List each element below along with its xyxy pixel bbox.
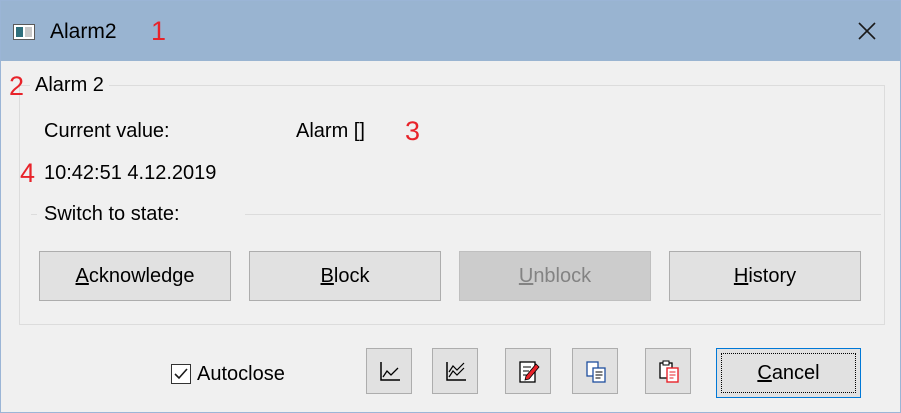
history-label: istory xyxy=(748,265,797,287)
window-title: Alarm2 xyxy=(50,20,117,43)
title-bar: Alarm2 1 xyxy=(1,1,900,61)
switch-to-state-label: Switch to state: xyxy=(44,203,180,225)
acknowledge-mnemonic: A xyxy=(75,265,89,287)
copy-button[interactable] xyxy=(572,348,618,394)
switch-divider-left xyxy=(31,214,37,215)
annotation-4: 4 xyxy=(20,158,36,188)
timestamp: 10:42:51 4.12.2019 xyxy=(44,162,217,184)
close-icon xyxy=(858,22,876,40)
autoclose-checkbox[interactable]: Autoclose xyxy=(171,362,285,386)
edit-icon xyxy=(519,361,540,383)
autoclose-label: Autoclose xyxy=(197,363,285,385)
alarm-dialog: Alarm2 1 2 Alarm 2 Current value: Alarm … xyxy=(0,0,901,413)
history-mnemonic: H xyxy=(733,265,749,287)
close-button[interactable] xyxy=(845,11,889,51)
app-icon xyxy=(13,24,35,40)
acknowledge-label: cknowledge xyxy=(88,265,195,287)
copy-icon xyxy=(586,361,606,383)
edit-button[interactable] xyxy=(505,348,551,394)
annotation-2: 2 xyxy=(9,71,25,101)
autoclose-checkbox-box[interactable] xyxy=(171,364,191,384)
annotation-1: 1 xyxy=(151,16,167,46)
block-label: lock xyxy=(333,265,370,287)
acknowledge-button[interactable]: Acknowledge xyxy=(39,251,231,301)
trend-icon xyxy=(380,362,400,381)
annotation-3: 3 xyxy=(405,116,421,146)
history-button[interactable]: History xyxy=(669,251,861,301)
checkmark-icon xyxy=(174,368,188,380)
paste-icon xyxy=(659,360,679,383)
current-value: Alarm [] xyxy=(296,120,365,142)
block-button[interactable]: Block xyxy=(249,251,441,301)
trend-button[interactable] xyxy=(366,348,412,394)
focus-rectangle xyxy=(721,353,856,393)
unblock-button[interactable]: Unblock xyxy=(459,251,651,301)
unblock-label: nblock xyxy=(533,265,592,287)
multi-trend-icon xyxy=(446,362,466,381)
cancel-button[interactable]: Cancel xyxy=(716,348,861,398)
block-mnemonic: B xyxy=(320,265,334,287)
unblock-mnemonic: U xyxy=(518,265,534,287)
switch-divider xyxy=(245,214,881,215)
group-title: Alarm 2 xyxy=(30,73,109,97)
current-value-label: Current value: xyxy=(44,120,170,142)
paste-button[interactable] xyxy=(645,348,691,394)
multi-trend-button[interactable] xyxy=(432,348,478,394)
